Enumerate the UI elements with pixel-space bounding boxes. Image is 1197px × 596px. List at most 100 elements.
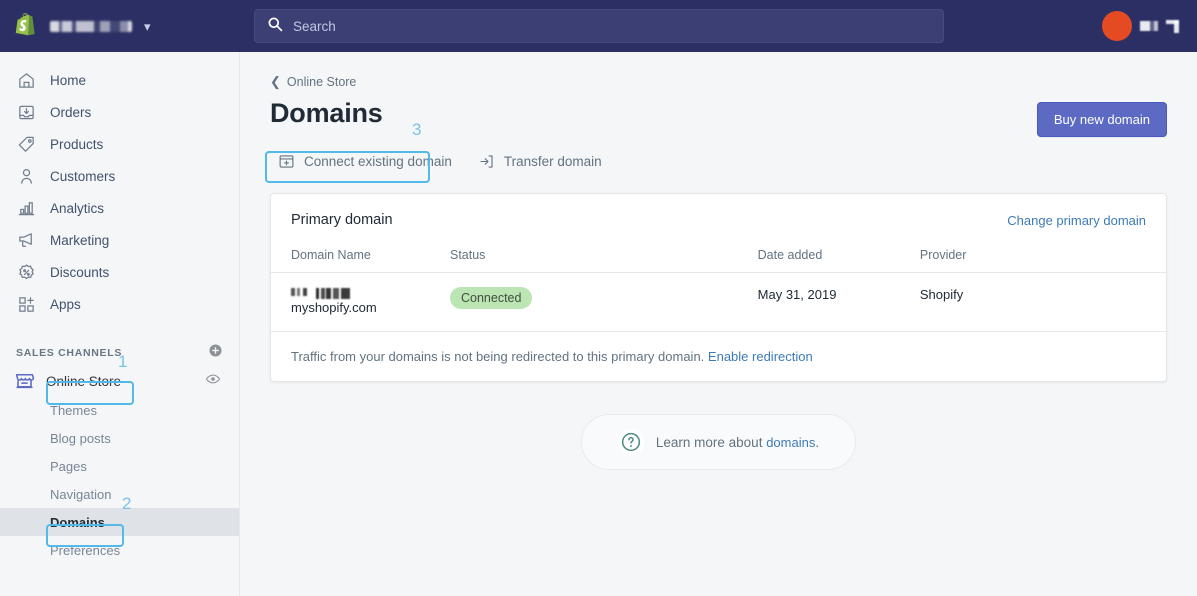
- top-bar-user-menu[interactable]: [1102, 11, 1197, 41]
- orders-icon: [16, 102, 36, 122]
- sidebar-item-label: Online Store: [46, 373, 122, 389]
- domains-table: Domain Name Status Date added Provider m…: [271, 242, 1166, 331]
- top-bar-store-switcher[interactable]: ▾: [0, 12, 240, 40]
- sidebar-item-label: Orders: [50, 104, 92, 120]
- eye-icon[interactable]: [205, 371, 221, 392]
- sidebar-item-label: Marketing: [50, 232, 110, 248]
- sidebar-item-apps[interactable]: Apps: [0, 288, 239, 320]
- column-header-provider: Provider: [919, 242, 1166, 273]
- user-name-redacted-2: [1166, 19, 1179, 33]
- sidebar-item-label: Apps: [50, 296, 81, 312]
- column-header-domain-name: Domain Name: [271, 242, 450, 273]
- change-primary-domain-link[interactable]: Change primary domain: [1007, 213, 1146, 228]
- cell-provider: Shopify: [919, 287, 964, 302]
- card-header: Primary domain Change primary domain: [271, 194, 1166, 228]
- sidebar-item-label: Discounts: [50, 264, 110, 280]
- column-header-status: Status: [450, 242, 758, 273]
- sidebar-item-orders[interactable]: Orders: [0, 96, 239, 128]
- sidebar: Home Orders Products Customers Analytics…: [0, 52, 240, 596]
- chevron-down-icon[interactable]: ▾: [144, 20, 151, 33]
- global-search[interactable]: Search: [254, 9, 944, 43]
- column-header-date-added: Date added: [757, 242, 920, 273]
- person-icon: [16, 166, 36, 186]
- enable-redirection-link[interactable]: Enable redirection: [708, 349, 813, 364]
- storefront-icon: [14, 370, 36, 392]
- help-pill: Learn more about domains.: [580, 414, 857, 470]
- sidebar-item-marketing[interactable]: Marketing: [0, 224, 239, 256]
- sidebar-item-discounts[interactable]: Discounts: [0, 256, 239, 288]
- table-row[interactable]: myshopify.com Connected May 31, 2019 Sho…: [271, 273, 1166, 332]
- home-icon: [16, 70, 36, 90]
- sidebar-subitem-label: Pages: [50, 458, 87, 474]
- shopify-admin-window: ▾ Search Home Orders Products Customers …: [0, 0, 1197, 596]
- plus-circle-icon[interactable]: [208, 343, 223, 363]
- domain-name-suffix: myshopify.com: [291, 300, 377, 315]
- help-period: .: [815, 434, 820, 450]
- main-content: ❮ Online Store Domains Buy new domain Co…: [240, 52, 1197, 596]
- sidebar-subitem-label: Blog posts: [50, 430, 111, 446]
- breadcrumb[interactable]: ❮ Online Store: [270, 74, 1167, 90]
- chevron-left-icon: ❮: [270, 74, 281, 89]
- sidebar-item-blog-posts[interactable]: Blog posts: [0, 424, 239, 452]
- sidebar-item-preferences[interactable]: Preferences: [0, 536, 239, 564]
- top-bar: ▾ Search: [0, 0, 1197, 52]
- status-badge: Connected: [450, 287, 533, 309]
- sidebar-item-label: Customers: [50, 168, 116, 184]
- transfer-domain-label: Transfer domain: [503, 154, 602, 169]
- sales-channels-header: SALES CHANNELS: [0, 340, 239, 366]
- breadcrumb-label: Online Store: [286, 75, 357, 89]
- transfer-domain-button[interactable]: Transfer domain: [470, 147, 610, 176]
- sidebar-item-online-store[interactable]: Online Store: [0, 366, 239, 396]
- sidebar-item-analytics[interactable]: Analytics: [0, 192, 239, 224]
- apps-grid-icon: [16, 294, 36, 314]
- avatar[interactable]: [1102, 11, 1132, 41]
- transfer-in-icon: [478, 153, 495, 170]
- domains-help-link[interactable]: domains: [766, 435, 815, 450]
- search-icon: [267, 16, 283, 37]
- sidebar-item-themes[interactable]: Themes: [0, 396, 239, 424]
- domain-name-redacted: [316, 288, 350, 299]
- page-header: Domains Buy new domain: [270, 98, 1167, 137]
- sidebar-subitem-label: Preferences: [50, 542, 121, 558]
- user-name-redacted: [1140, 21, 1158, 31]
- card-footer: Traffic from your domains is not being r…: [271, 331, 1166, 381]
- connect-existing-domain-label: Connect existing domain: [304, 154, 452, 169]
- connect-existing-domain-button[interactable]: Connect existing domain: [270, 147, 460, 176]
- table-header-row: Domain Name Status Date added Provider: [271, 242, 1166, 273]
- page-title: Domains: [270, 98, 383, 128]
- body: Home Orders Products Customers Analytics…: [0, 52, 1197, 596]
- discount-icon: [16, 262, 36, 282]
- help-section: Learn more about domains.: [270, 414, 1167, 470]
- window-plus-icon: [278, 153, 295, 170]
- sidebar-item-navigation[interactable]: Navigation: [0, 480, 239, 508]
- sidebar-item-pages[interactable]: Pages: [0, 452, 239, 480]
- sidebar-item-label: Home: [50, 72, 87, 88]
- store-name-redacted: [50, 20, 132, 32]
- sidebar-item-products[interactable]: Products: [0, 128, 239, 160]
- card-title: Primary domain: [291, 212, 393, 228]
- search-input[interactable]: Search: [293, 19, 336, 34]
- shopify-bag-logo: [14, 12, 40, 40]
- bar-chart-icon: [16, 198, 36, 218]
- domain-name-redacted-prefix: [291, 288, 307, 296]
- sidebar-subitem-label: Domains: [50, 514, 105, 530]
- cell-status: Connected: [450, 273, 758, 332]
- redirect-status-text: Traffic from your domains is not being r…: [291, 349, 705, 364]
- sidebar-item-customers[interactable]: Customers: [0, 160, 239, 192]
- sidebar-item-label: Products: [50, 136, 104, 152]
- megaphone-icon: [16, 230, 36, 250]
- sidebar-item-domains[interactable]: Domains: [0, 508, 239, 536]
- sidebar-subitem-label: Navigation: [50, 486, 112, 502]
- help-text: Learn more about domains.: [656, 435, 819, 450]
- buy-new-domain-button[interactable]: Buy new domain: [1036, 102, 1167, 137]
- cell-date-added: May 31, 2019: [757, 287, 837, 302]
- primary-domain-card: Primary domain Change primary domain Dom…: [270, 193, 1167, 382]
- domain-actions: Connect existing domain Transfer domain: [270, 147, 1167, 176]
- sidebar-item-home[interactable]: Home: [0, 64, 239, 96]
- sales-channels-label: SALES CHANNELS: [16, 347, 123, 359]
- help-prefix: Learn more about: [655, 434, 767, 450]
- tag-icon: [16, 134, 36, 154]
- cell-domain-name: myshopify.com: [271, 273, 450, 332]
- sidebar-subitem-label: Themes: [50, 402, 97, 418]
- question-circle-icon: [617, 429, 644, 455]
